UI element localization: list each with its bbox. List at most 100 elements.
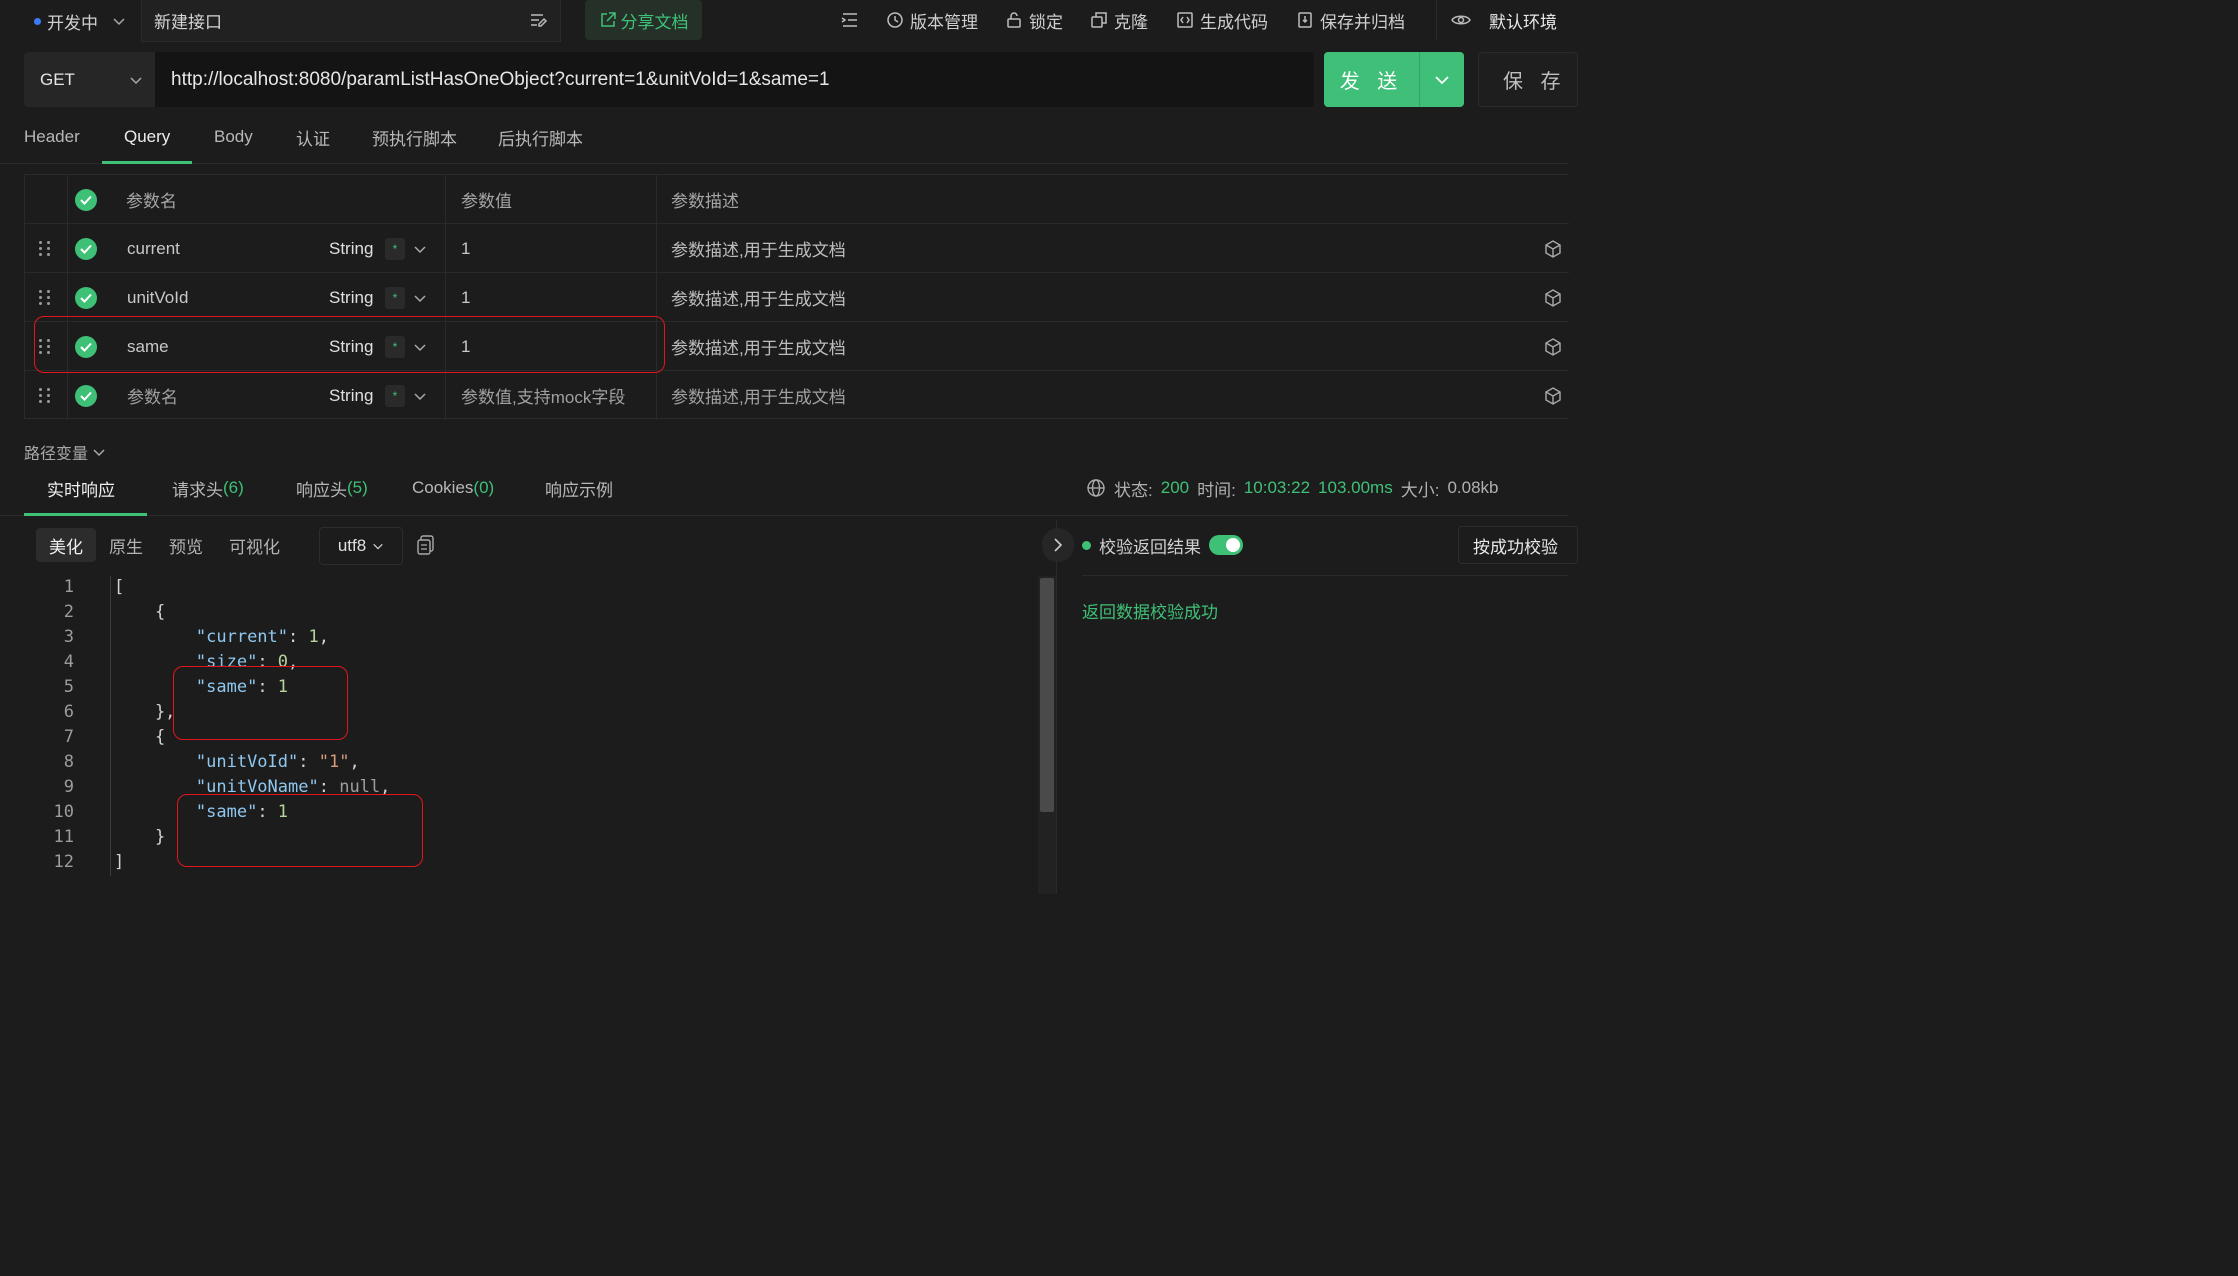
line-number: 5 xyxy=(63,677,74,697)
save-archive-button[interactable]: 保存并归档 xyxy=(1296,0,1405,40)
time-label: 时间: xyxy=(1197,480,1236,500)
cube-icon[interactable] xyxy=(1543,273,1563,322)
row-checkbox[interactable] xyxy=(75,224,97,273)
param-desc-input[interactable]: 参数描述,用于生成文档 xyxy=(671,273,846,322)
cube-icon[interactable] xyxy=(1543,371,1563,420)
tab-body[interactable]: Body xyxy=(214,110,253,164)
required-toggle[interactable]: * xyxy=(385,371,405,420)
cube-icon[interactable] xyxy=(1543,322,1563,371)
response-duration: 103.00ms xyxy=(1318,478,1393,497)
share-doc-button[interactable]: 分享文档 xyxy=(585,0,702,40)
edit-note-icon[interactable] xyxy=(530,12,548,28)
response-body-editor[interactable]: 1 2 3 4 5 6 7 8 9 10 11 12 [ { "current"… xyxy=(0,575,1040,894)
chevron-down-icon[interactable] xyxy=(413,371,427,420)
chevron-down-icon xyxy=(130,76,142,84)
tab-header[interactable]: Header xyxy=(24,110,80,164)
eye-icon[interactable] xyxy=(1451,13,1471,27)
response-size: 0.08kb xyxy=(1447,478,1499,497)
save-archive-label: 保存并归档 xyxy=(1320,12,1405,32)
lock-button[interactable]: 锁定 xyxy=(1005,0,1063,40)
view-raw[interactable]: 原生 xyxy=(96,528,156,562)
select-all-checkbox[interactable] xyxy=(75,175,97,224)
clone-label: 克隆 xyxy=(1114,12,1148,32)
response-time: 10:03:22 xyxy=(1243,478,1311,497)
api-name-input[interactable]: 新建接口 xyxy=(141,0,561,42)
param-type-select[interactable]: String xyxy=(329,273,373,322)
validate-mode-select[interactable]: 按成功校验 xyxy=(1458,526,1578,564)
chevron-down-icon[interactable] xyxy=(413,224,427,273)
tab-response-example[interactable]: 响应示例 xyxy=(545,460,613,516)
tab-auth[interactable]: 认证 xyxy=(296,110,330,164)
param-type-select[interactable]: String xyxy=(329,371,373,420)
row-checkbox[interactable] xyxy=(75,371,97,420)
method-select[interactable]: GET xyxy=(24,52,155,107)
code-line: [ xyxy=(114,577,125,597)
path-variables-toggle[interactable]: 路径变量 xyxy=(24,440,106,460)
validate-toggle[interactable] xyxy=(1209,535,1243,555)
environment-select[interactable]: 默认环境 xyxy=(1436,0,1568,40)
code-line: ] xyxy=(114,852,125,872)
code-line: "unitVoId": "1", xyxy=(195,752,360,772)
tab-pre-script[interactable]: 预执行脚本 xyxy=(372,110,457,164)
param-desc-input[interactable]: 参数描述,用于生成文档 xyxy=(671,371,846,420)
tab-post-script[interactable]: 后执行脚本 xyxy=(498,110,583,164)
required-toggle[interactable]: * xyxy=(385,273,405,322)
param-value-input[interactable]: 参数值,支持mock字段 xyxy=(461,371,625,420)
param-name-input[interactable]: current xyxy=(127,224,180,273)
encoding-select[interactable]: utf8 xyxy=(319,527,403,565)
row-checkbox[interactable] xyxy=(75,273,97,322)
line-number: 12 xyxy=(53,852,74,872)
param-desc-input[interactable]: 参数描述,用于生成文档 xyxy=(671,224,846,273)
check-icon xyxy=(80,244,92,254)
send-button[interactable]: 发 送 xyxy=(1324,52,1420,107)
param-value-input[interactable]: 1 xyxy=(461,273,470,322)
top-toolbar: 开发中 新建接口 分享文档 版本管理 锁定 克隆 生成代码 保存并归档 默认环境 xyxy=(0,0,1568,42)
status-select[interactable]: 开发中 xyxy=(24,2,138,40)
header-param-desc: 参数描述 xyxy=(671,192,739,211)
view-visualize[interactable]: 可视化 xyxy=(216,528,293,562)
table-header-row: 参数名 参数值 参数描述 xyxy=(25,175,1569,224)
chevron-down-icon[interactable] xyxy=(413,273,427,322)
generate-code-button[interactable]: 生成代码 xyxy=(1176,0,1268,40)
active-tab-indicator xyxy=(24,513,147,516)
tab-cookies[interactable]: Cookies (0) xyxy=(412,460,494,516)
copy-icon[interactable] xyxy=(416,534,436,561)
tab-query[interactable]: Query xyxy=(124,110,170,164)
code-line: } xyxy=(114,827,166,847)
url-input[interactable]: http://localhost:8080/paramListHasOneObj… xyxy=(171,52,830,107)
view-preview[interactable]: 预览 xyxy=(156,528,216,562)
scrollbar-thumb[interactable] xyxy=(1040,578,1054,812)
globe-icon xyxy=(1087,479,1105,497)
param-value-input[interactable]: 1 xyxy=(461,224,470,273)
drag-handle-icon[interactable] xyxy=(39,371,51,420)
panel-divider[interactable] xyxy=(1056,520,1057,894)
param-name-input[interactable]: unitVoId xyxy=(127,273,188,322)
drag-handle-icon[interactable] xyxy=(39,273,51,322)
environment-label: 默认环境 xyxy=(1489,12,1557,32)
tab-request-headers[interactable]: 请求头 (6) xyxy=(172,460,244,516)
drag-handle-icon[interactable] xyxy=(39,224,51,273)
line-number: 8 xyxy=(63,752,74,772)
param-type-select[interactable]: String xyxy=(329,224,373,273)
save-button[interactable]: 保 存 xyxy=(1478,52,1578,107)
outline-toggle-button[interactable] xyxy=(840,0,858,40)
param-desc-input[interactable]: 参数描述,用于生成文档 xyxy=(671,322,846,371)
version-button[interactable]: 版本管理 xyxy=(886,0,978,40)
send-options-button[interactable] xyxy=(1420,52,1464,107)
send-button-group: 发 送 xyxy=(1324,52,1464,107)
param-name-input[interactable]: 参数名 xyxy=(127,371,178,420)
method-label: GET xyxy=(40,69,75,89)
line-number: 3 xyxy=(63,627,74,647)
clone-button[interactable]: 克隆 xyxy=(1090,0,1148,40)
tab-response-headers[interactable]: 响应头 (5) xyxy=(296,460,368,516)
required-toggle[interactable]: * xyxy=(385,224,405,273)
archive-icon xyxy=(1298,12,1312,28)
validate-toggle-row: 校验返回结果 xyxy=(1082,528,1243,562)
cube-icon[interactable] xyxy=(1543,224,1563,273)
collapse-panel-button[interactable] xyxy=(1042,528,1074,562)
chevron-down-icon xyxy=(1435,75,1449,84)
view-pretty[interactable]: 美化 xyxy=(36,528,96,562)
tab-live-response[interactable]: 实时响应 xyxy=(47,460,115,516)
validate-status-dot-icon xyxy=(1082,540,1091,550)
query-params-table: 参数名 参数值 参数描述 current String * 1 参数描述,用于生… xyxy=(24,174,1569,420)
